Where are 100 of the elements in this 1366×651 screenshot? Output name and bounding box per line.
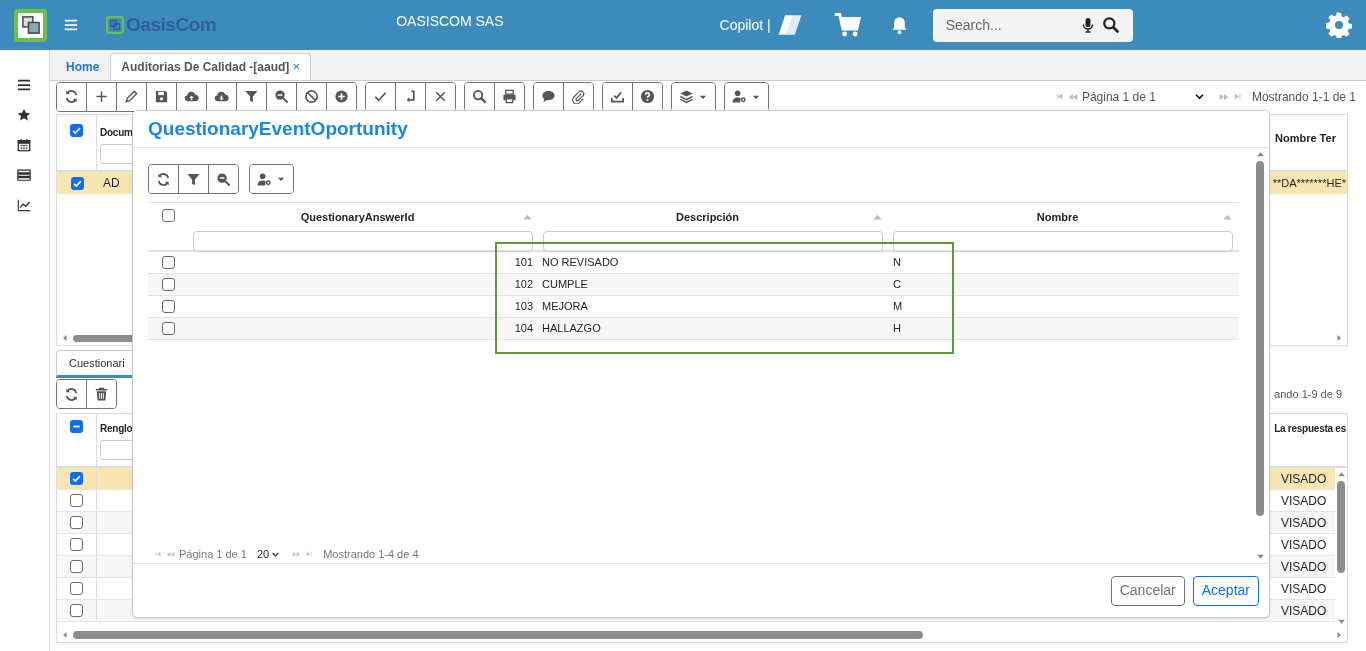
table-cell: H xyxy=(893,322,901,335)
search-input[interactable]: Search... xyxy=(945,14,1080,36)
settings-button[interactable] xyxy=(1326,12,1352,38)
table-cell: VISADO xyxy=(1281,493,1327,508)
cancel-button[interactable]: Cancelar xyxy=(1110,575,1185,606)
accept-button[interactable]: Aceptar xyxy=(1192,575,1259,606)
first-page-icon xyxy=(1054,92,1064,101)
filter-field[interactable] xyxy=(193,230,533,252)
scroll-down-icon xyxy=(1255,552,1265,561)
checkbox[interactable] xyxy=(161,300,175,313)
table-cell: C xyxy=(893,278,901,291)
checkbox[interactable] xyxy=(70,604,83,617)
chart-button[interactable] xyxy=(16,198,33,214)
table-row[interactable]: 104 HALLAZGO H xyxy=(148,318,1239,340)
column-header: Nombre Ter xyxy=(1275,132,1336,144)
tab[interactable]: Home xyxy=(56,53,110,80)
checkbox[interactable] xyxy=(70,472,83,485)
table-cell: VISADO xyxy=(1281,581,1327,596)
copilot-label: Copilot | xyxy=(719,15,771,35)
upload-icon xyxy=(184,89,199,104)
refresh-button[interactable] xyxy=(57,380,87,408)
star-icon xyxy=(16,108,31,122)
checkbox[interactable] xyxy=(70,420,83,433)
scroll-left-icon xyxy=(61,631,69,639)
user-settings-button[interactable] xyxy=(250,165,293,193)
checkbox[interactable] xyxy=(161,209,175,222)
record-count: Mostrando 1-4 de 4 xyxy=(323,546,419,562)
checkbox[interactable] xyxy=(70,582,83,595)
table-cell: N xyxy=(893,256,901,269)
print-icon xyxy=(502,89,517,104)
next-page-icon xyxy=(292,549,302,559)
search-button[interactable] xyxy=(465,82,495,111)
previous-page-icon xyxy=(166,549,175,559)
refresh-icon xyxy=(64,89,79,104)
help-icon xyxy=(640,89,655,104)
delete-icon xyxy=(94,386,109,402)
check-icon xyxy=(71,473,82,484)
confirm-button[interactable] xyxy=(366,82,396,111)
app-icon[interactable] xyxy=(14,8,47,42)
search-icon xyxy=(1101,16,1120,34)
zoom-out-icon xyxy=(274,89,289,104)
filter-field[interactable] xyxy=(893,230,1233,252)
table-cell: HALLAZGO xyxy=(542,322,601,335)
chevron-icon xyxy=(1193,91,1205,102)
scrollbar-thumb[interactable] xyxy=(1256,161,1264,516)
user-settings-icon xyxy=(257,171,272,187)
layers-button[interactable] xyxy=(672,82,715,111)
menu-icon xyxy=(16,78,31,92)
table-row[interactable]: 102 CUMPLE C xyxy=(148,274,1239,296)
checkbox[interactable] xyxy=(161,322,175,335)
inbox-button[interactable] xyxy=(603,82,633,111)
checkbox[interactable] xyxy=(70,124,83,137)
table-cell: VISADO xyxy=(1281,603,1327,618)
list-button[interactable] xyxy=(16,168,33,184)
refresh-button[interactable] xyxy=(57,82,87,111)
table-cell: VISADO xyxy=(1281,537,1327,552)
next-page-icon xyxy=(1218,91,1229,102)
refresh-icon xyxy=(156,171,171,187)
copilot-icon[interactable] xyxy=(776,12,803,38)
table-cell: NO REVISADO xyxy=(542,256,619,269)
page-size-select[interactable]: 20 xyxy=(256,545,281,563)
checkbox[interactable] xyxy=(70,538,83,551)
checkbox[interactable] xyxy=(70,494,83,507)
filter-field[interactable] xyxy=(543,230,883,252)
scrollbar-thumb[interactable] xyxy=(1337,481,1345,573)
layers-icon xyxy=(679,89,694,104)
page-indicator: Página 1 de 1 xyxy=(179,546,247,562)
column-header: La respuesta es xyxy=(1274,422,1346,436)
scrollbar-thumb[interactable] xyxy=(73,631,923,639)
table-cell: VISADO xyxy=(1281,471,1327,486)
add-circle-icon xyxy=(334,89,349,104)
checkbox[interactable] xyxy=(70,516,83,529)
user-settings-icon xyxy=(732,89,747,104)
company-name: OASISCOM SAS xyxy=(396,12,504,31)
user-settings-button[interactable] xyxy=(725,82,768,111)
menu-icon xyxy=(64,18,78,32)
cart-button[interactable] xyxy=(832,12,861,38)
table-cell-text: 103 xyxy=(514,299,533,315)
check-icon xyxy=(71,125,82,136)
comment-button[interactable] xyxy=(534,82,564,111)
search-field[interactable]: Search... xyxy=(932,8,1133,42)
checkbox[interactable] xyxy=(161,256,175,269)
inbox-icon xyxy=(610,89,625,104)
filter-icon xyxy=(186,171,201,187)
checkbox[interactable] xyxy=(70,176,84,190)
table-cell: MEJORA xyxy=(542,300,588,313)
calendar-button[interactable] xyxy=(16,138,33,154)
cancel-icon xyxy=(304,89,319,104)
edit-icon xyxy=(124,89,139,104)
checkbox[interactable] xyxy=(161,278,175,291)
add-icon xyxy=(94,89,109,104)
tab[interactable]: Auditorias De Calidad -[aaud] × xyxy=(110,53,311,80)
list-icon xyxy=(16,168,31,182)
last-page-icon xyxy=(1232,92,1242,101)
last-page-icon xyxy=(305,550,314,558)
close-tab-button[interactable]: × xyxy=(292,57,300,77)
search-icon xyxy=(472,89,487,104)
scroll-up-icon xyxy=(1255,150,1265,159)
checkbox[interactable] xyxy=(70,560,83,573)
refresh-button[interactable] xyxy=(149,165,179,193)
